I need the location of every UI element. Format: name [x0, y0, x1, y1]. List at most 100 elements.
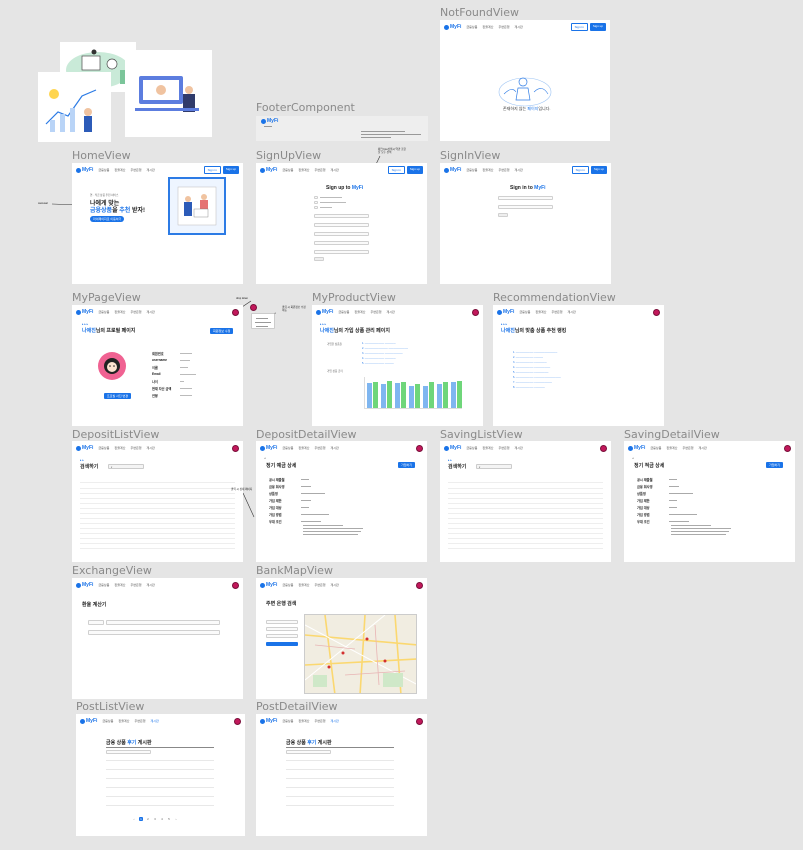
nav-item-banks[interactable]: 주변은행 [130, 168, 141, 172]
nav-item-products[interactable]: 금융상품 [282, 583, 293, 587]
post-row[interactable] [286, 787, 394, 788]
post-row[interactable] [106, 769, 214, 770]
submit-button[interactable] [314, 257, 324, 261]
sign-up-button[interactable]: Sign up [590, 166, 607, 174]
page-3[interactable]: 3 [153, 817, 157, 821]
search-button[interactable] [266, 642, 298, 646]
amount-input-to[interactable] [88, 630, 220, 635]
sign-up-button[interactable]: Sign up [589, 23, 606, 31]
nav-item-exchange[interactable]: 환율계산 [666, 446, 677, 450]
brand-logo[interactable]: MyFi [444, 445, 461, 451]
brand-logo[interactable]: MyFi [76, 167, 93, 173]
nav-item-exchange[interactable]: 환율계산 [354, 310, 365, 314]
post-row[interactable] [106, 760, 214, 761]
table-row[interactable] [80, 544, 235, 549]
recommendation-link[interactable]: 3. ────────── ─────── [513, 361, 547, 364]
nav-item-exchange[interactable]: 환율계산 [482, 446, 493, 450]
nav-item-products[interactable]: 금융상품 [650, 446, 661, 450]
back-link[interactable]: ◂ [632, 456, 634, 460]
brand-logo[interactable]: MyFi [76, 445, 93, 451]
page-prev[interactable]: ‹ [132, 817, 136, 821]
post-row[interactable] [286, 796, 394, 797]
brand-logo[interactable]: MyFi [260, 167, 277, 173]
table-row[interactable] [448, 544, 603, 549]
nav-item-banks[interactable]: 주변은행 [134, 719, 145, 723]
nav-item-banks[interactable]: 주변은행 [130, 310, 141, 314]
join-button[interactable]: 가입하기 [766, 462, 784, 468]
avatar-dropdown-menu[interactable] [251, 313, 275, 329]
nav-item-products[interactable]: 금융상품 [98, 168, 109, 172]
nav-item-products[interactable]: 금융상품 [98, 583, 109, 587]
brand-logo[interactable]: MyFi [80, 718, 97, 724]
city-select[interactable] [266, 627, 298, 631]
nav-item-banks[interactable]: 주변은행 [314, 168, 325, 172]
amount-input-from[interactable] [106, 620, 220, 625]
recommendation-link[interactable]: 5. ────────── ──────── [513, 371, 548, 374]
nav-item-board[interactable]: 게시판 [331, 446, 339, 450]
nav-item-exchange[interactable]: 환율계산 [114, 168, 125, 172]
post-row[interactable] [106, 778, 214, 779]
recommendation-link[interactable]: 7. ────────── ────────── [513, 381, 552, 384]
brand-logo[interactable]: MyFi [444, 167, 461, 173]
sign-up-button[interactable]: Sign up [406, 166, 423, 174]
user-avatar[interactable] [600, 444, 607, 452]
terms-checkbox[interactable] [314, 206, 318, 209]
nav-item-banks[interactable]: 주변은행 [498, 446, 509, 450]
password-field[interactable] [498, 205, 553, 209]
brand-logo[interactable]: MyFi [316, 309, 333, 315]
nav-item-exchange[interactable]: 환율계산 [535, 310, 546, 314]
nav-item-products[interactable]: 금융상품 [282, 719, 293, 723]
nav-item-products[interactable]: 금융상품 [282, 446, 293, 450]
post-row[interactable] [286, 760, 394, 761]
nav-item-banks[interactable]: 주변은행 [314, 446, 325, 450]
brand-logo[interactable]: MyFi [76, 309, 93, 315]
sign-in-button[interactable]: Sign in [203, 166, 221, 174]
dropdown-item[interactable] [255, 322, 271, 323]
nav-item-board[interactable]: 게시판 [387, 310, 395, 314]
nav-item-board[interactable]: 게시판 [515, 25, 523, 29]
bank-select[interactable] [266, 634, 298, 638]
nav-item-exchange[interactable]: 환율계산 [114, 446, 125, 450]
nav-item-board[interactable]: 게시판 [147, 310, 155, 314]
recommendation-link[interactable]: 2. ────────── ───── [513, 356, 543, 359]
breadcrumb[interactable]: ▸ ▸ [448, 458, 452, 462]
user-avatar[interactable] [472, 308, 479, 316]
joined-product-link[interactable]: 2. ───────────── ─────────── [362, 347, 408, 350]
post-row[interactable] [286, 805, 394, 806]
nav-item-board[interactable]: 게시판 [515, 168, 523, 172]
nav-item-exchange[interactable]: 환율계산 [118, 719, 129, 723]
post-row[interactable] [286, 778, 394, 779]
nav-item-board[interactable]: 게시판 [147, 583, 155, 587]
user-avatar[interactable] [653, 308, 660, 316]
page-4[interactable]: 4 [160, 817, 164, 821]
post-row[interactable] [106, 805, 214, 806]
name-field[interactable] [314, 232, 369, 236]
join-button[interactable]: 가입하기 [398, 462, 416, 468]
nav-item-exchange[interactable]: 환율계산 [298, 719, 309, 723]
brand-logo[interactable]: MyFi [444, 24, 461, 30]
nav-item-board[interactable]: 게시판 [515, 446, 523, 450]
joined-product-link[interactable]: 3. ─────────── ────────── [362, 352, 403, 355]
age-field[interactable] [314, 250, 369, 254]
user-avatar[interactable] [416, 717, 423, 725]
nav-item-board[interactable]: 게시판 [151, 719, 159, 723]
sign-in-button[interactable]: Sign in [570, 23, 588, 31]
recommendation-link[interactable]: 1. ────────── ───────────── [513, 351, 557, 354]
recommendation-link[interactable]: 8. ────────── ────── [513, 386, 545, 389]
breadcrumb[interactable]: ▸ ▸ [80, 458, 84, 462]
post-select[interactable] [286, 750, 331, 754]
brand-logo[interactable]: MyFi [260, 718, 277, 724]
nav-item-products[interactable]: 금융상품 [466, 25, 477, 29]
nav-item-banks[interactable]: 주변은행 [130, 446, 141, 450]
username-field[interactable] [498, 196, 553, 200]
post-row[interactable] [286, 769, 394, 770]
nav-item-banks[interactable]: 주변은행 [314, 583, 325, 587]
page-next[interactable]: › [174, 817, 178, 821]
nav-item-products[interactable]: 금융상품 [338, 310, 349, 314]
brand-logo[interactable]: MyFi [260, 582, 277, 588]
nav-item-banks[interactable]: 주변은행 [682, 446, 693, 450]
province-select[interactable] [266, 620, 298, 624]
pagination[interactable]: ‹ 1 2 3 4 5 › [132, 817, 178, 821]
nav-item-exchange[interactable]: 환율계산 [298, 583, 309, 587]
nav-item-banks[interactable]: 주변은행 [314, 719, 325, 723]
